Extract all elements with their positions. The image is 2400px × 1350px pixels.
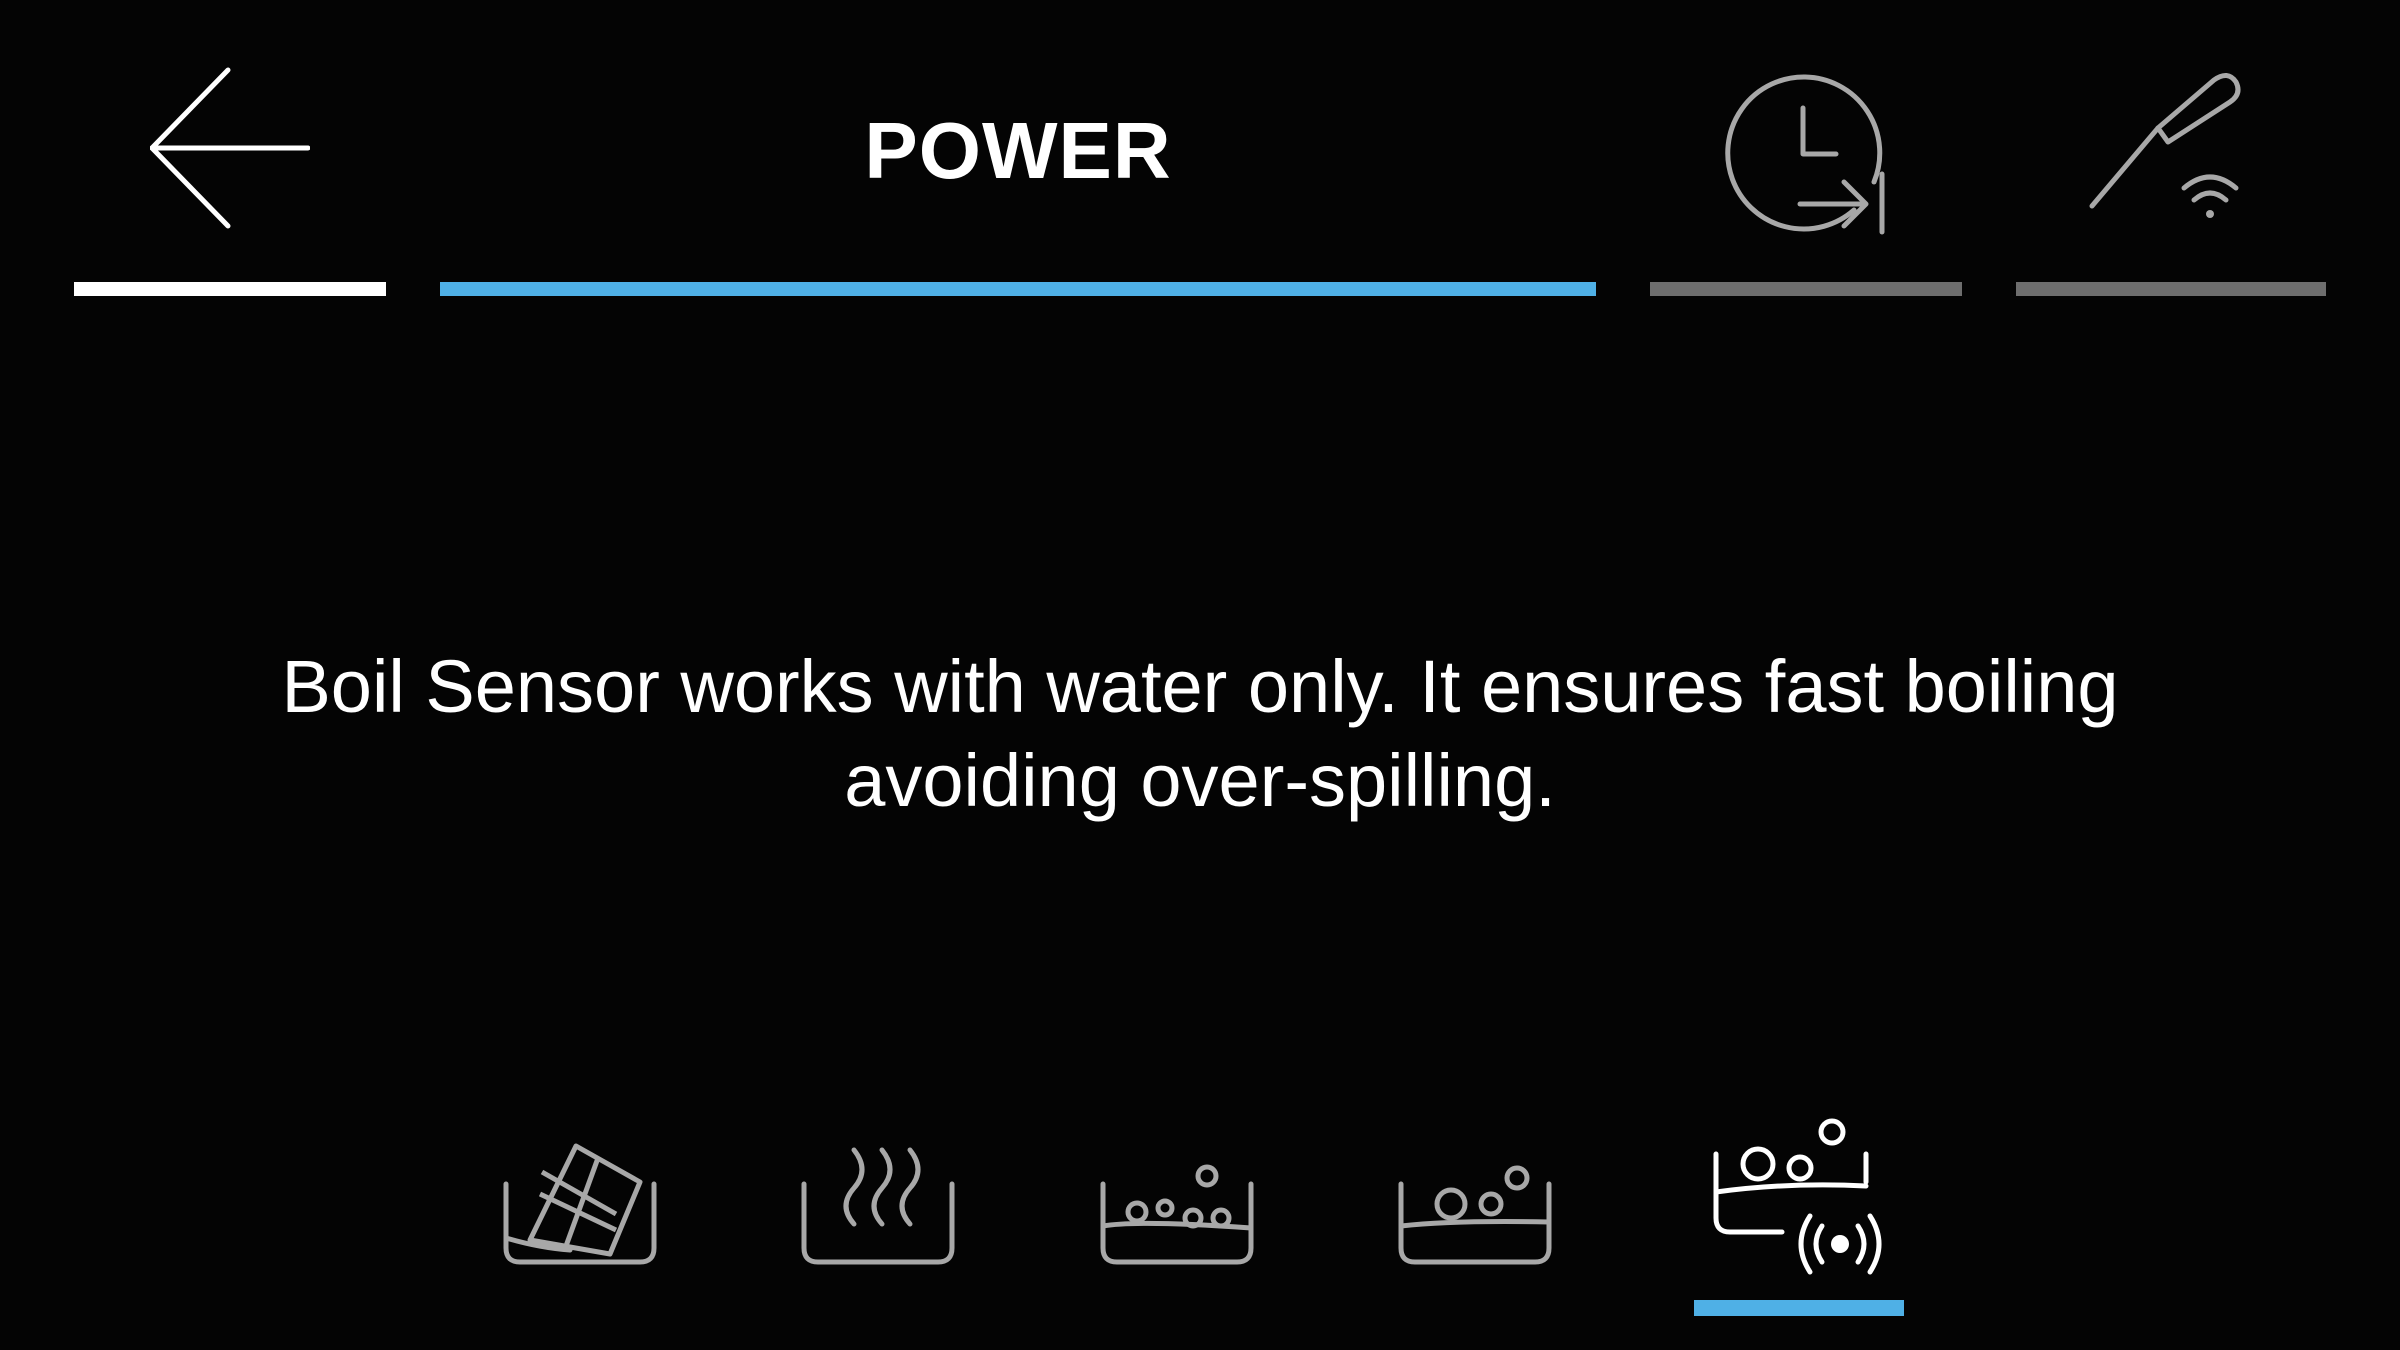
arrow-left-icon — [150, 67, 310, 229]
message-line-1: Boil Sensor works with water only. It en… — [281, 645, 2119, 728]
mode-melt-button[interactable] — [500, 1120, 710, 1320]
boil-bubbles-icon — [1398, 1165, 1552, 1265]
boil-sensor-icon — [1713, 1118, 1882, 1275]
timer-tab-underline — [1650, 282, 1962, 296]
cooktop-screen: POWER Boil Sensor works with water only.… — [0, 0, 2400, 1350]
boil-sensor-message: Boil Sensor works with water only. It en… — [150, 640, 2250, 828]
power-title: POWER — [864, 106, 1172, 195]
power-tab-underline — [440, 282, 1596, 296]
mode-boil-low-button[interactable] — [1097, 1120, 1307, 1320]
back-tab-underline — [74, 282, 386, 296]
tab-power[interactable]: POWER — [440, 0, 1596, 310]
melt-chocolate-icon — [503, 1143, 657, 1265]
mode-boil-sensor-button[interactable] — [1694, 1118, 1904, 1320]
selected-mode-underline — [1694, 1300, 1904, 1316]
mode-simmer-button[interactable] — [798, 1120, 1008, 1320]
message-line-2: avoiding over-spilling. — [844, 739, 1556, 822]
tab-probe[interactable] — [2016, 0, 2326, 310]
boil-low-bubbles-icon — [1100, 1164, 1254, 1265]
simmer-steam-icon — [801, 1147, 955, 1265]
tab-timer[interactable] — [1650, 0, 1962, 310]
back-button[interactable] — [74, 0, 386, 310]
mode-boil-button[interactable] — [1395, 1120, 1605, 1320]
clock-timer-icon — [1725, 74, 1885, 235]
wireless-probe-icon — [2089, 73, 2241, 218]
probe-tab-underline — [2016, 282, 2326, 296]
